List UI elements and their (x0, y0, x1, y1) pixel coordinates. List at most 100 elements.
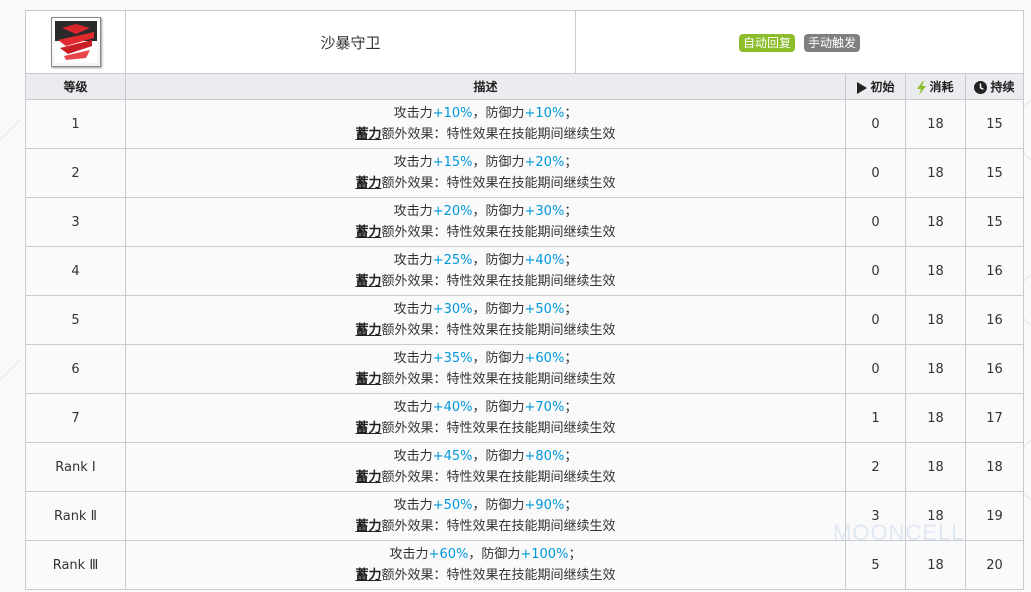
description-line-2: 蓄力额外效果：特性效果在技能期间继续生效 (126, 173, 845, 194)
atk-value: +25% (432, 253, 473, 268)
description-line-1: 攻击力+45%，防御力+80%； (126, 446, 845, 467)
col-initial: 初始 (845, 73, 906, 100)
description-line-1: 攻击力+50%，防御力+90%； (126, 495, 845, 516)
def-value: +30% (524, 204, 565, 219)
duration-cell: 15 (965, 148, 1024, 198)
level-cell: 4 (25, 246, 126, 296)
def-value: +50% (524, 302, 565, 317)
separator: ， (472, 106, 486, 121)
line-end: ； (564, 449, 578, 464)
duration-cell: 16 (965, 344, 1024, 394)
line-end: ； (564, 106, 578, 121)
level-cell: 1 (25, 99, 126, 149)
sp-cost-cell: 18 (905, 393, 966, 443)
atk-label: 攻击力 (389, 547, 429, 562)
initial-sp-cell: 0 (845, 344, 906, 394)
table-row: 6 攻击力+35%，防御力+60%； 蓄力额外效果：特性效果在技能期间继续生效 0 18… (25, 344, 1024, 394)
charge-keyword-link[interactable]: 蓄力 (355, 323, 381, 338)
manual-trigger-badge: 手动触发 (804, 34, 861, 52)
description-line-2: 蓄力额外效果：特性效果在技能期间继续生效 (126, 320, 845, 341)
duration-cell: 16 (965, 295, 1024, 345)
duration-cell: 18 (965, 442, 1024, 492)
sp-cost-cell: 18 (905, 540, 966, 590)
col-initial-label: 初始 (870, 80, 895, 94)
atk-value: +45% (432, 449, 473, 464)
charge-keyword-link[interactable]: 蓄力 (355, 372, 381, 387)
description-cell: 攻击力+10%，防御力+10%； 蓄力额外效果：特性效果在技能期间继续生效 (125, 99, 846, 149)
extra-effect-text: 额外效果：特性效果在技能期间继续生效 (381, 568, 616, 583)
level-cell: 6 (25, 344, 126, 394)
table-row: 2 攻击力+15%，防御力+20%； 蓄力额外效果：特性效果在技能期间继续生效 0 18… (25, 148, 1024, 198)
col-cost-label: 消耗 (929, 80, 954, 94)
atk-value: +30% (432, 302, 473, 317)
sp-cost-cell: 18 (905, 246, 966, 296)
def-label: 防御力 (485, 253, 525, 268)
duration-cell: 17 (965, 393, 1024, 443)
atk-value: +40% (432, 400, 473, 415)
separator: ， (472, 400, 486, 415)
duration-cell: 19 (965, 491, 1024, 541)
initial-sp-cell: 0 (845, 246, 906, 296)
table-row: 5 攻击力+30%，防御力+50%； 蓄力额外效果：特性效果在技能期间继续生效 0 18… (25, 295, 1024, 345)
sp-cost-cell: 18 (905, 295, 966, 345)
charge-keyword-link[interactable]: 蓄力 (355, 127, 381, 142)
extra-effect-text: 额外效果：特性效果在技能期间继续生效 (381, 274, 616, 289)
description-line-1: 攻击力+10%，防御力+10%； (126, 103, 845, 124)
atk-value: +20% (432, 204, 473, 219)
col-duration: 持续 (965, 73, 1024, 100)
description-line-2: 蓄力额外效果：特性效果在技能期间继续生效 (126, 565, 845, 586)
charge-keyword-link[interactable]: 蓄力 (355, 176, 381, 191)
table-row: Rank Ⅲ 攻击力+60%，防御力+100%； 蓄力额外效果：特性效果在技能期间继… (25, 540, 1024, 590)
initial-sp-cell: 1 (845, 393, 906, 443)
atk-value: +10% (432, 106, 473, 121)
description-cell: 攻击力+45%，防御力+80%； 蓄力额外效果：特性效果在技能期间继续生效 (125, 442, 846, 492)
description-cell: 攻击力+20%，防御力+30%； 蓄力额外效果：特性效果在技能期间继续生效 (125, 197, 846, 247)
description-cell: 攻击力+50%，防御力+90%； 蓄力额外效果：特性效果在技能期间继续生效 (125, 491, 846, 541)
line-end: ； (564, 351, 578, 366)
atk-value: +50% (432, 498, 473, 513)
sandstorm-guard-icon (54, 21, 97, 63)
line-end: ； (564, 155, 578, 170)
description-cell: 攻击力+15%，防御力+20%； 蓄力额外效果：特性效果在技能期间继续生效 (125, 148, 846, 198)
def-label: 防御力 (485, 449, 525, 464)
duration-cell: 20 (965, 540, 1024, 590)
line-end: ； (568, 547, 582, 562)
charge-keyword-link[interactable]: 蓄力 (355, 274, 381, 289)
description-line-1: 攻击力+25%，防御力+40%； (126, 250, 845, 271)
def-label: 防御力 (485, 302, 525, 317)
def-label: 防御力 (485, 498, 525, 513)
def-value: +10% (524, 106, 565, 121)
lightning-icon (917, 80, 927, 95)
charge-keyword-link[interactable]: 蓄力 (355, 470, 381, 485)
description-line-1: 攻击力+35%，防御力+60%； (126, 348, 845, 369)
charge-keyword-link[interactable]: 蓄力 (355, 225, 381, 240)
line-end: ； (564, 400, 578, 415)
charge-keyword-link[interactable]: 蓄力 (355, 421, 381, 436)
auto-recovery-badge: 自动回复 (738, 34, 795, 52)
level-cell: 2 (25, 148, 126, 198)
def-value: +100% (520, 547, 569, 562)
atk-label: 攻击力 (393, 253, 433, 268)
level-cell: 5 (25, 295, 126, 345)
extra-effect-text: 额外效果：特性效果在技能期间继续生效 (381, 127, 616, 142)
duration-cell: 16 (965, 246, 1024, 296)
skill-icon-cell (25, 10, 126, 74)
col-description: 描述 (125, 73, 846, 100)
line-end: ； (564, 498, 578, 513)
duration-cell: 15 (965, 197, 1024, 247)
description-line-1: 攻击力+30%，防御力+50%； (126, 299, 845, 320)
charge-keyword-link[interactable]: 蓄力 (355, 568, 381, 583)
description-line-1: 攻击力+60%，防御力+100%； (126, 544, 845, 565)
initial-sp-cell: 2 (845, 442, 906, 492)
table-row: 4 攻击力+25%，防御力+40%； 蓄力额外效果：特性效果在技能期间继续生效 0 18… (25, 246, 1024, 296)
watermark: MOONCELL (833, 520, 965, 545)
level-cell: Rank Ⅲ (25, 540, 126, 590)
def-value: +90% (524, 498, 565, 513)
charge-keyword-link[interactable]: 蓄力 (355, 519, 381, 534)
description-line-2: 蓄力额外效果：特性效果在技能期间继续生效 (126, 516, 845, 537)
column-header-row: 等级 描述 初始 消耗 持续 (25, 73, 1024, 100)
skill-header-row: 沙暴守卫 自动回复 手动触发 (25, 10, 1024, 74)
play-icon (857, 81, 868, 94)
description-cell: 攻击力+35%，防御力+60%； 蓄力额外效果：特性效果在技能期间继续生效 (125, 344, 846, 394)
atk-label: 攻击力 (393, 302, 433, 317)
